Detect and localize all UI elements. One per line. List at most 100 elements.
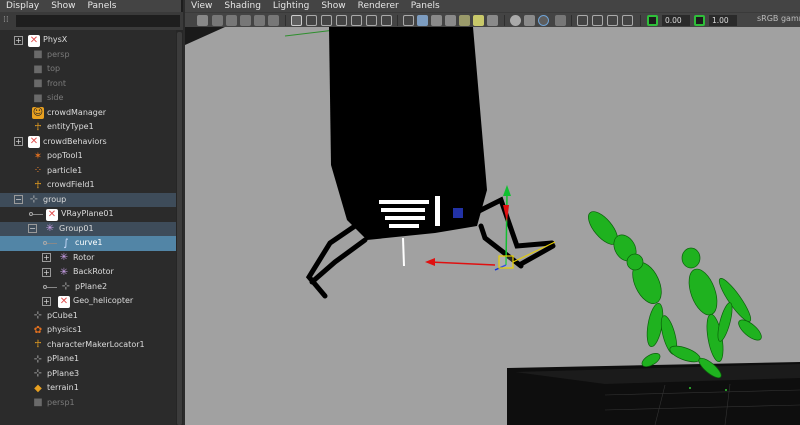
gate-mask-icon[interactable] [336, 14, 347, 26]
isolate-select-icon[interactable] [577, 14, 588, 26]
outliner-item-crowdbehaviors[interactable]: + ✕ crowdBehaviors [0, 135, 176, 150]
green-guide-line [284, 29, 336, 37]
select-camera-icon[interactable] [197, 14, 208, 26]
shadows-icon[interactable] [487, 14, 498, 26]
smooth-shade-icon[interactable] [417, 14, 428, 26]
viewport-menubar: View Shading Lighting Show Renderer Pane… [185, 0, 800, 12]
expand-icon[interactable]: + [42, 253, 51, 262]
outliner-item-particle1[interactable]: ⁘ particle1 [0, 164, 176, 179]
bookmark-icon[interactable] [226, 14, 237, 26]
outliner-item-rotor[interactable]: + ✳ Rotor [0, 251, 176, 266]
outliner-item-label: BackRotor [73, 267, 114, 276]
resolution-gate-icon[interactable] [321, 14, 332, 26]
two-d-pan-zoom-icon[interactable] [268, 14, 279, 26]
outliner-scrollbar[interactable] [176, 30, 183, 425]
viewport-panel[interactable]: View Shading Lighting Show Renderer Pane… [185, 0, 800, 425]
outliner-item-label: Group01 [59, 223, 94, 233]
outliner-item-terrain1[interactable]: ◆ terrain1 [0, 381, 176, 396]
depth-of-field-icon[interactable] [555, 14, 566, 26]
manip-y-arrow [503, 185, 511, 196]
outliner-item-pplane3[interactable]: ⊹ pPlane3 [0, 367, 176, 382]
outliner-item-physics1[interactable]: ✿ physics1 [0, 323, 176, 338]
viewport-menu-shading[interactable]: Shading [218, 1, 267, 11]
camera-attributes-icon[interactable] [212, 14, 223, 26]
pop-tool-icon: ✶ [33, 150, 43, 162]
outliner-menubar: Display Show Panels [0, 0, 181, 12]
expand-icon[interactable]: + [42, 296, 51, 306]
gamma-field[interactable]: 1.00 [709, 14, 737, 26]
exposure-field[interactable]: 0.00 [662, 14, 690, 26]
gamma-icon[interactable] [694, 14, 705, 26]
outliner-item-backrotor[interactable]: + ✳ BackRotor [0, 265, 176, 280]
outliner-menu-display[interactable]: Display [0, 0, 45, 12]
color-space-label[interactable]: sRGB gamm [757, 14, 800, 23]
outliner-panel: Display Show Panels ⁞⁞ + ✕ PhysX ■ persp ■ top… [0, 0, 183, 425]
mesh-icon: ⊹ [61, 281, 71, 292]
outliner-item-physx[interactable]: + ✕ PhysX [0, 33, 176, 48]
anti-aliasing-icon[interactable] [538, 14, 549, 26]
textured-icon[interactable] [459, 14, 470, 26]
xray-components-icon[interactable] [622, 14, 633, 26]
outliner-item-side[interactable]: ■ side [0, 91, 176, 106]
camera-icon: ■ [33, 78, 43, 89]
grease-pencil-icon[interactable] [254, 14, 265, 26]
outliner-item-entitytype1[interactable]: ☥ entityType1 [0, 120, 176, 135]
wireframe-on-shaded-icon[interactable] [445, 14, 456, 26]
viewport-menu-show[interactable]: Show [315, 1, 351, 11]
scrollbar-thumb[interactable] [177, 32, 182, 425]
physics-icon: ✿ [33, 324, 43, 336]
use-default-material-icon[interactable] [431, 14, 442, 26]
outliner-item-curve1[interactable]: ∫ curve1 [0, 236, 176, 251]
image-plane-icon[interactable] [240, 14, 251, 26]
field-chart-icon[interactable] [351, 14, 362, 26]
drag-grip-icon[interactable]: ⁞⁞ [3, 15, 12, 27]
outliner-menu-panels[interactable]: Panels [81, 0, 122, 12]
ambient-occlusion-icon[interactable] [510, 14, 521, 26]
viewport-menu-lighting[interactable]: Lighting [267, 1, 315, 11]
expand-icon[interactable]: + [14, 35, 23, 45]
outliner-item-label: VRayPlane01 [61, 209, 114, 218]
collapse-icon[interactable]: − [14, 195, 23, 204]
xray-joints-icon[interactable] [607, 14, 618, 26]
outliner-item-group[interactable]: − ⊹ group [0, 192, 176, 207]
outliner-search-input[interactable] [16, 15, 180, 27]
collapse-icon[interactable]: − [28, 224, 37, 233]
use-all-lights-icon[interactable] [473, 14, 484, 26]
outliner-item-pplane1[interactable]: ⊹ pPlane1 [0, 352, 176, 367]
grid-icon[interactable] [291, 14, 302, 26]
rotor-icon: ✳ [59, 266, 69, 278]
outliner-item-top[interactable]: ■ top [0, 62, 176, 77]
outliner-item-poptool1[interactable]: ✶ popTool1 [0, 149, 176, 164]
group01-icon: ✳ [45, 223, 55, 234]
manip-x-arrow [425, 258, 435, 266]
outliner-item-crowdfield1[interactable]: ☥ crowdField1 [0, 178, 176, 193]
viewport-menu-view[interactable]: View [185, 1, 218, 11]
geo-icon: ✕ [58, 295, 70, 308]
outliner-item-pplane2[interactable]: ⊹ pPlane2 [0, 280, 176, 295]
outliner-menu-show[interactable]: Show [45, 0, 81, 12]
outliner-item-persp[interactable]: ■ persp [0, 48, 176, 63]
motion-blur-icon[interactable] [524, 14, 535, 26]
film-gate-icon[interactable] [306, 14, 317, 26]
safe-action-icon[interactable] [366, 14, 377, 26]
outliner-item-group01[interactable]: − ✳ Group01 [0, 221, 176, 236]
outliner-item-geo_helicopter[interactable]: + ✕ Geo_helicopter [0, 294, 176, 309]
viewport-scene[interactable] [185, 27, 800, 425]
wireframe-icon[interactable] [403, 14, 414, 26]
safe-title-icon[interactable] [381, 14, 392, 26]
outliner-item-vrayplane01[interactable]: ✕ VRayPlane01 [0, 207, 176, 222]
manip-blue-plane [453, 208, 463, 218]
expand-icon[interactable]: + [14, 137, 23, 146]
xray-icon[interactable] [592, 14, 603, 26]
toolbar-separator [285, 14, 286, 26]
expand-icon[interactable]: + [42, 267, 51, 277]
outliner-item-pcube1[interactable]: ⊹ pCube1 [0, 309, 176, 324]
viewport-menu-panels[interactable]: Panels [405, 1, 446, 11]
outliner-item-front[interactable]: ■ front [0, 77, 176, 92]
toolbar-separator [640, 14, 641, 26]
outliner-item-charactermakerlocator1[interactable]: ☥ characterMakerLocator1 [0, 338, 176, 353]
outliner-item-persp1[interactable]: ■ persp1 [0, 396, 176, 411]
viewport-menu-renderer[interactable]: Renderer [352, 1, 405, 11]
exposure-icon[interactable] [647, 14, 658, 26]
outliner-item-crowdmanager[interactable]: ☺ crowdManager [0, 106, 176, 121]
